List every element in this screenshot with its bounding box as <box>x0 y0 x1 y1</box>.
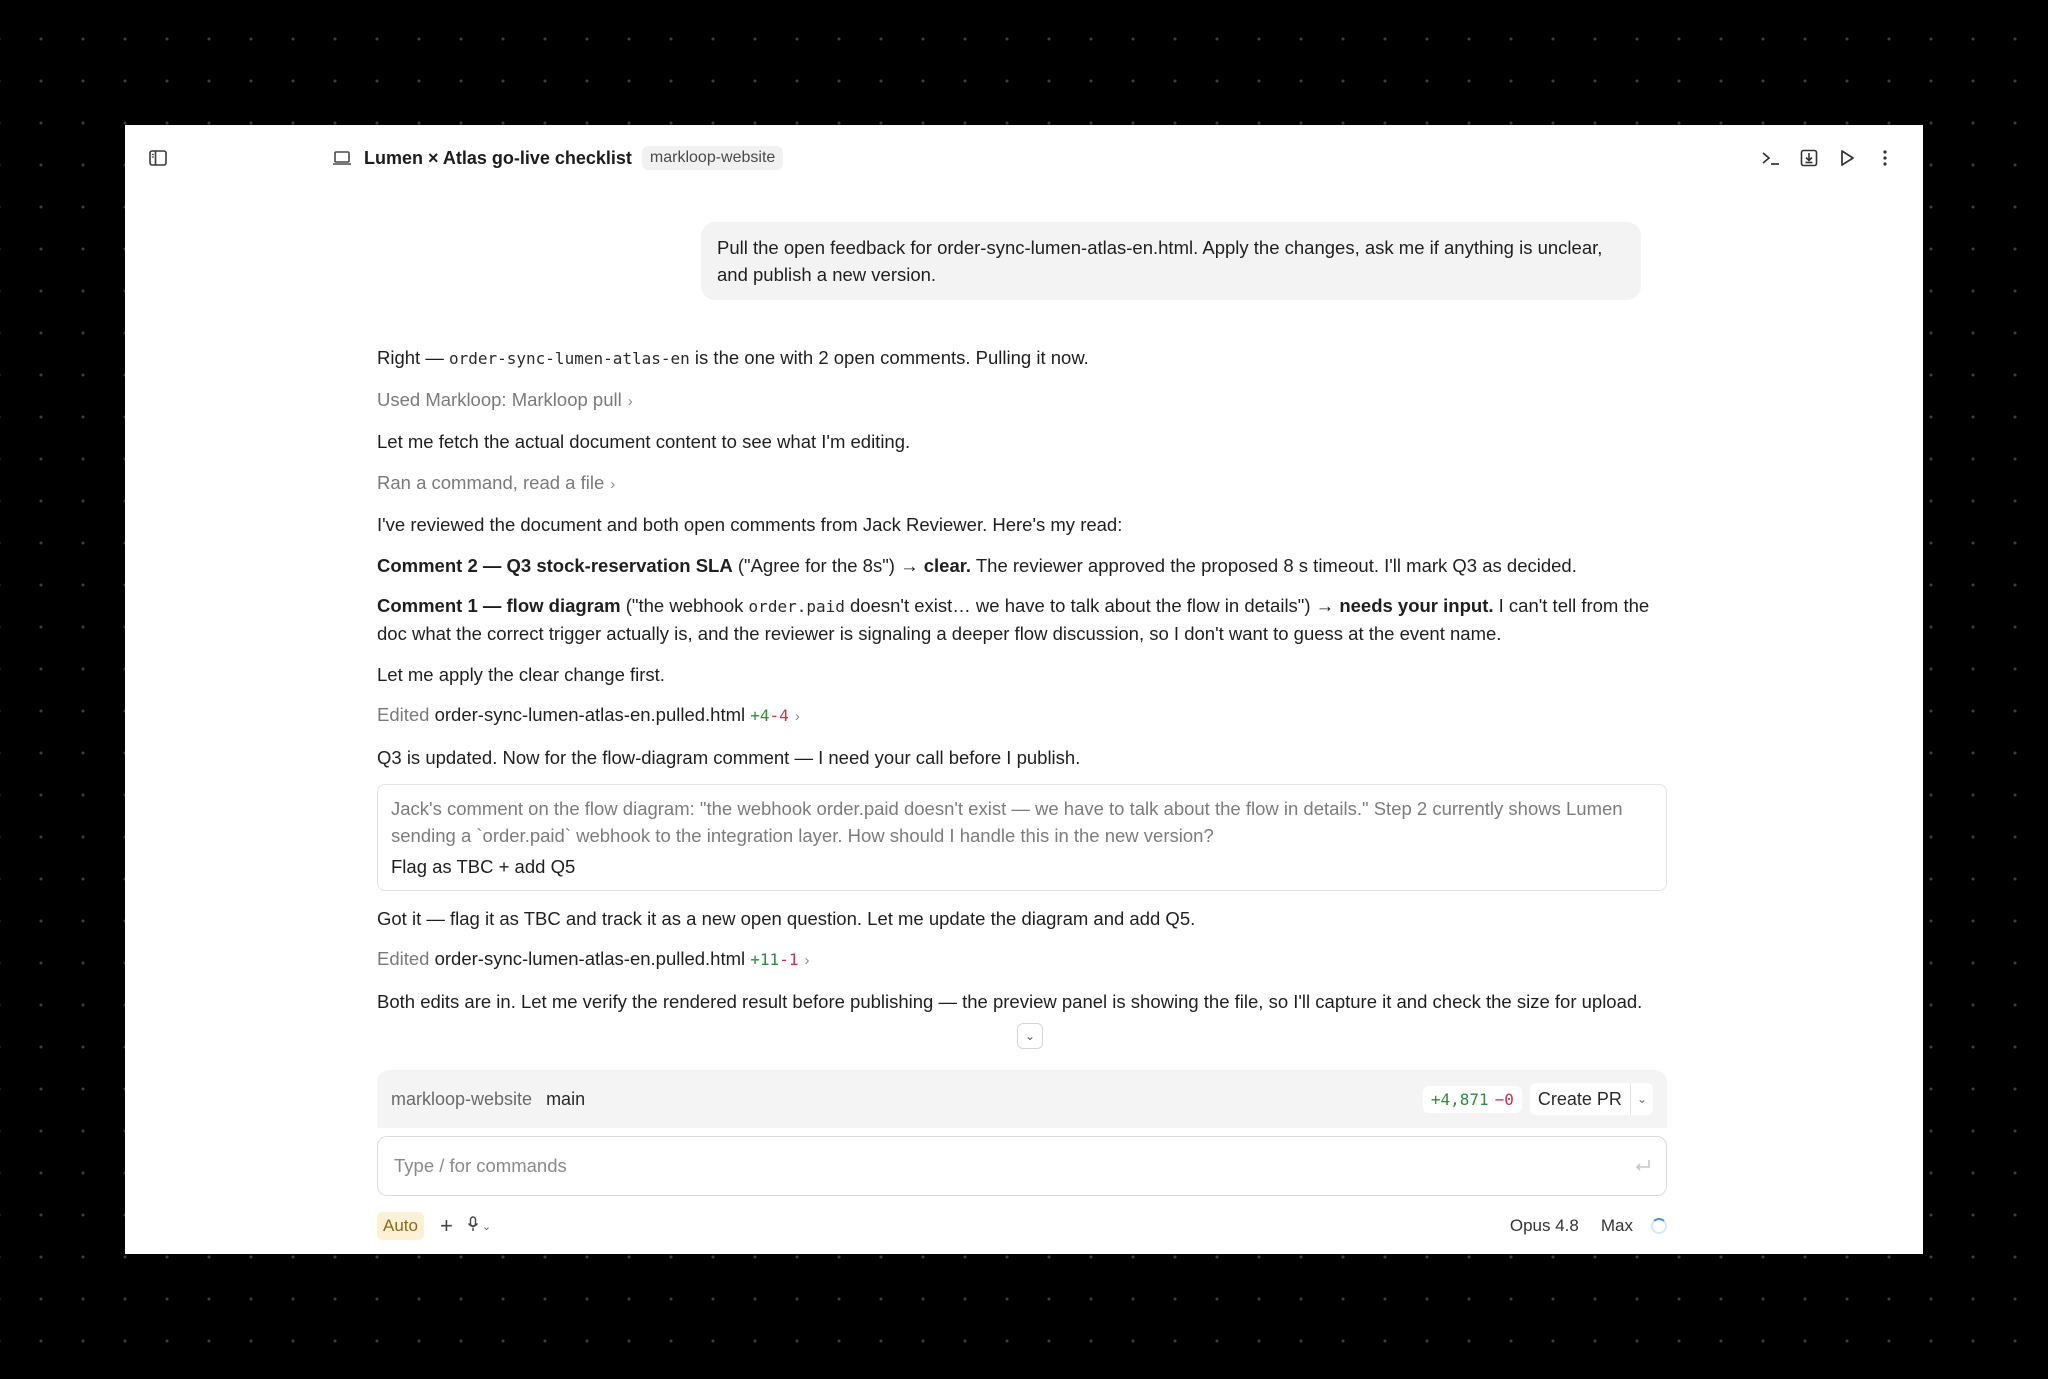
comment-heading: Comment 1 — flow diagram <box>377 595 621 616</box>
branch-bar: markloop-website main +4,871 −0 Create P… <box>377 1070 1667 1128</box>
conversation-title: Lumen × Atlas go-live checklist markloop… <box>332 141 784 175</box>
message-text: is the one with 2 open comments. Pulling… <box>689 347 1089 368</box>
repo-tag[interactable]: markloop-website <box>641 146 784 170</box>
chevron-right-icon: › <box>794 708 800 725</box>
comment-2-summary: Comment 2 — Q3 stock-reservation SLA ("A… <box>377 552 1667 579</box>
assistant-response: Right — order-sync-lumen-atlas-en is the… <box>377 344 1667 1028</box>
more-vertical-icon[interactable] <box>1873 146 1897 170</box>
additions-count: +4 <box>750 706 770 725</box>
message-text: ("the webhook <box>620 595 749 616</box>
verdict: needs your input. <box>1339 595 1494 616</box>
create-pr-button[interactable]: Create PR <box>1530 1089 1630 1110</box>
prompt-input[interactable] <box>392 1154 1634 1178</box>
tool-call-label: Ran a command, read a file <box>377 471 605 493</box>
terminal-icon[interactable] <box>1759 146 1783 170</box>
assistant-message: Got it — flag it as TBC and track it as … <box>377 907 1196 929</box>
chevron-right-icon: › <box>610 475 616 493</box>
top-bar: Lumen × Atlas go-live checklist markloop… <box>125 125 1923 191</box>
inline-code: order.paid <box>748 597 845 616</box>
tool-call-markloop-pull[interactable]: Used Markloop: Markloop pull › <box>377 386 1667 415</box>
additions-count: +11 <box>750 950 780 969</box>
tool-call-label: Used Markloop: Markloop pull <box>377 388 622 410</box>
comment-heading: Comment 2 — Q3 stock-reservation SLA <box>377 554 733 576</box>
tool-call-read-file[interactable]: Ran a command, read a file › <box>377 469 1667 498</box>
mode-selector[interactable]: Auto <box>377 1212 424 1240</box>
page-title: Lumen × Atlas go-live checklist <box>364 147 632 168</box>
message-text: ("Agree for the 8s") → <box>732 554 924 576</box>
selected-answer: Flag as TBC + add Q5 <box>391 856 576 877</box>
microphone-icon <box>467 1215 479 1237</box>
download-icon[interactable] <box>1797 146 1821 170</box>
app-window: Lumen × Atlas go-live checklist markloop… <box>125 125 1923 1254</box>
assistant-message: Right — order-sync-lumen-atlas-en is the… <box>377 344 1667 372</box>
assistant-message: Both edits are in. Let me verify the ren… <box>377 990 1643 1012</box>
edit-summary[interactable]: Edited order-sync-lumen-atlas-en.pulled.… <box>377 701 1667 730</box>
edit-label: Edited <box>377 704 430 725</box>
repo-name[interactable]: markloop-website <box>391 1089 532 1110</box>
edit-label: Edited <box>377 948 430 969</box>
message-text: Right — <box>377 347 449 368</box>
chevron-down-icon[interactable]: ⌄ <box>1629 1083 1653 1115</box>
microphone-button[interactable]: ⌄ <box>467 1215 492 1237</box>
top-actions <box>1759 141 1897 175</box>
user-message: Pull the open feedback for order-sync-lu… <box>701 222 1641 300</box>
chevron-down-icon: ⌄ <box>1024 1029 1036 1043</box>
assistant-message: Q3 is updated. Now for the flow-diagram … <box>377 746 1081 768</box>
model-selector[interactable]: Opus 4.8 <box>1510 1216 1579 1236</box>
edit-summary[interactable]: Edited order-sync-lumen-atlas-en.pulled.… <box>377 945 1667 974</box>
total-additions: +4,871 <box>1430 1089 1489 1109</box>
assistant-message: I've reviewed the document and both open… <box>377 514 1123 535</box>
sidebar-toggle-icon[interactable] <box>145 145 171 171</box>
composer-footer: Auto + ⌄ Opus 4.8 Max <box>377 1210 1667 1242</box>
question-card: Jack's comment on the flow diagram: "the… <box>377 784 1667 891</box>
chevron-right-icon: › <box>627 392 633 410</box>
scroll-to-bottom-button[interactable]: ⌄ <box>1017 1023 1043 1049</box>
branch-name[interactable]: main <box>546 1089 585 1110</box>
message-text: The reviewer approved the proposed 8 s t… <box>971 554 1577 576</box>
inline-code: order-sync-lumen-atlas-en <box>448 349 690 368</box>
deletions-count: -1 <box>779 950 799 969</box>
plus-icon[interactable]: + <box>440 1215 453 1237</box>
play-icon[interactable] <box>1835 146 1859 170</box>
total-deletions: −0 <box>1494 1089 1514 1109</box>
enter-icon[interactable] <box>1634 1159 1652 1173</box>
verdict: clear. <box>923 554 972 576</box>
effort-selector[interactable]: Max <box>1601 1216 1633 1236</box>
edited-file-name: order-sync-lumen-atlas-en.pulled.html <box>434 948 746 969</box>
comment-1-summary: Comment 1 — flow diagram ("the webhook o… <box>377 592 1667 647</box>
chevron-down-icon: ⌄ <box>481 1220 492 1233</box>
create-pr-split-button: Create PR ⌄ <box>1529 1083 1653 1115</box>
laptop-icon <box>332 150 352 166</box>
question-text: Jack's comment on the flow diagram: "the… <box>391 798 1623 846</box>
deletions-count: -4 <box>769 706 789 725</box>
assistant-message: Let me fetch the actual document content… <box>377 431 911 452</box>
assistant-message: Let me apply the clear change first. <box>377 663 665 685</box>
chevron-right-icon: › <box>804 952 810 969</box>
spinner-icon <box>1651 1218 1667 1234</box>
diff-stat[interactable]: +4,871 −0 <box>1422 1085 1522 1113</box>
composer <box>377 1136 1667 1196</box>
message-text: doesn't exist… we have to talk about the… <box>844 595 1340 616</box>
edited-file-name: order-sync-lumen-atlas-en.pulled.html <box>434 704 746 725</box>
